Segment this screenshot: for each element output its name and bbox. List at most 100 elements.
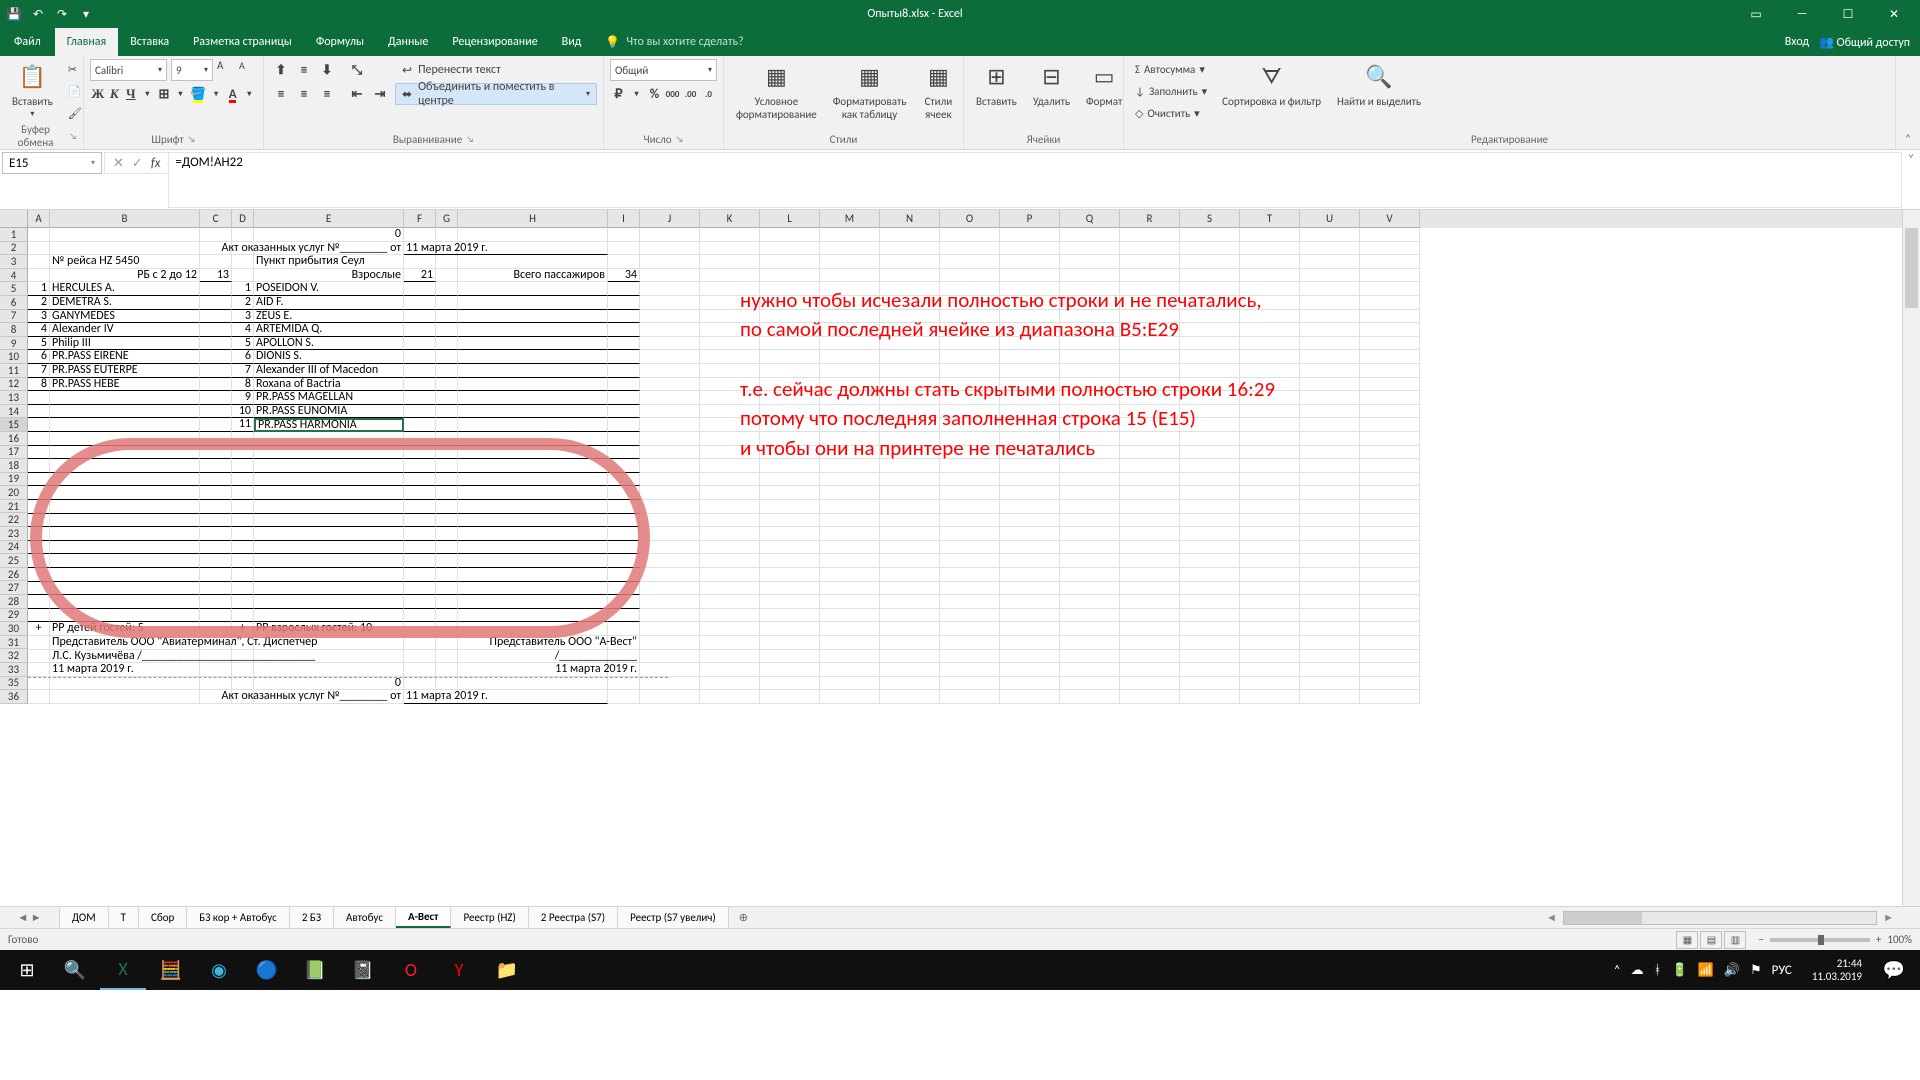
cell[interactable] [458, 282, 608, 296]
cell[interactable] [404, 296, 436, 310]
cell[interactable] [200, 609, 232, 623]
cell[interactable] [458, 446, 608, 460]
cell[interactable] [436, 418, 458, 432]
cell[interactable] [50, 514, 200, 528]
taskbar-yandex-icon[interactable]: Y [436, 950, 482, 990]
paste-button[interactable]: 📋Вставить▾ [6, 59, 59, 122]
row-header[interactable]: 3 [0, 255, 28, 269]
cell[interactable] [436, 350, 458, 364]
dialog-launcher-icon[interactable]: ↘ [69, 131, 77, 142]
percent-button[interactable]: % [646, 83, 663, 105]
cell[interactable] [200, 323, 232, 337]
cell[interactable] [404, 568, 436, 582]
taskbar-opera-icon[interactable]: O [388, 950, 434, 990]
cell[interactable] [50, 473, 200, 487]
cell[interactable] [28, 582, 50, 596]
col-header[interactable]: A [28, 210, 50, 228]
cell[interactable] [254, 459, 404, 473]
cell[interactable] [608, 486, 640, 500]
row-header[interactable]: 32 [0, 649, 28, 663]
cell[interactable] [404, 446, 436, 460]
cell[interactable] [458, 310, 608, 324]
cell[interactable]: Представитель ООО "Авиатерминал", Ст. Ди… [50, 636, 404, 650]
row-header[interactable]: 15 [0, 418, 28, 432]
cell[interactable] [200, 486, 232, 500]
sheet-tab[interactable]: Реестр (S7 увелич) [618, 907, 729, 928]
col-header[interactable]: T [1240, 210, 1300, 228]
merge-center-button[interactable]: ⬌Объединить и поместить в центре▾ [395, 83, 597, 105]
cell[interactable] [608, 446, 640, 460]
cell[interactable] [200, 582, 232, 596]
row-header[interactable]: 20 [0, 486, 28, 500]
action-center-button[interactable]: 💬 [1872, 950, 1916, 990]
row-header[interactable]: 4 [0, 269, 28, 283]
cell[interactable] [28, 609, 50, 623]
cell[interactable]: PR.PASS EUTERPE [50, 364, 200, 378]
cell[interactable] [232, 432, 254, 446]
cell[interactable] [200, 337, 232, 351]
cell[interactable] [608, 432, 640, 446]
cell[interactable] [232, 446, 254, 460]
name-box[interactable]: E15▾ [2, 152, 102, 174]
cell[interactable] [28, 446, 50, 460]
share-button[interactable]: 👥 Общий доступ [1819, 35, 1910, 50]
sort-filter-button[interactable]: ᗊСортировка и фильтр [1216, 59, 1327, 110]
sheet-tab[interactable]: 2 Реестра (S7) [529, 907, 618, 928]
cell[interactable]: 9 [232, 391, 254, 405]
col-header[interactable]: S [1180, 210, 1240, 228]
cell[interactable] [436, 432, 458, 446]
row-header[interactable]: 36 [0, 690, 28, 704]
row-header[interactable]: 22 [0, 513, 28, 527]
align-bottom-button[interactable]: ⬇ [316, 59, 338, 81]
row-header[interactable]: 19 [0, 473, 28, 487]
cell[interactable] [404, 500, 436, 514]
cell[interactable] [458, 486, 608, 500]
cell[interactable]: DIONIS S. [254, 350, 404, 364]
cell[interactable]: 13 [200, 269, 232, 283]
cell[interactable]: 6 [232, 350, 254, 364]
col-header[interactable]: J [640, 210, 700, 228]
cell[interactable] [254, 500, 404, 514]
cell[interactable] [458, 609, 608, 623]
increase-indent-button[interactable]: ⇥ [369, 83, 391, 105]
grow-font-button[interactable]: A [217, 59, 235, 81]
col-header[interactable]: R [1120, 210, 1180, 228]
cell[interactable] [28, 527, 50, 541]
align-top-button[interactable]: ⬆ [270, 59, 292, 81]
cell[interactable] [200, 405, 232, 419]
cell[interactable] [404, 473, 436, 487]
cell[interactable] [28, 541, 50, 555]
tab-view[interactable]: Вид [550, 28, 594, 56]
cell[interactable]: 11 марта 2019 г. [50, 663, 200, 677]
col-header[interactable]: B [50, 210, 200, 228]
cell[interactable]: 10 [232, 405, 254, 419]
cell[interactable] [254, 514, 404, 528]
column-headers[interactable]: ABCDEFGHIJKLMNOPQRSTUV [28, 210, 1920, 228]
cell[interactable]: Пункт прибытия Сеул [254, 255, 404, 269]
cell[interactable]: PR.PASS EUNOMIA [254, 405, 404, 419]
taskbar-notes-icon[interactable]: 📓 [340, 950, 386, 990]
row-header[interactable]: 33 [0, 663, 28, 677]
cell[interactable] [608, 568, 640, 582]
cell[interactable] [404, 459, 436, 473]
select-all-button[interactable] [0, 210, 28, 228]
cell[interactable] [200, 418, 232, 432]
normal-view-button[interactable]: ▦ [1676, 931, 1698, 949]
decrease-decimal-button[interactable]: .0 [700, 83, 717, 105]
cell[interactable] [232, 582, 254, 596]
sheet-tab[interactable]: БЗ кор + Автобус [187, 907, 290, 928]
cell[interactable] [254, 432, 404, 446]
cell[interactable] [232, 514, 254, 528]
row-header[interactable]: 13 [0, 391, 28, 405]
cell[interactable] [458, 405, 608, 419]
cell[interactable] [608, 500, 640, 514]
increase-decimal-button[interactable]: .00 [682, 83, 699, 105]
cell[interactable] [436, 296, 458, 310]
minimize-icon[interactable]: — [1780, 0, 1824, 28]
spreadsheet-grid[interactable]: ABCDEFGHIJKLMNOPQRSTUV 12345678910111213… [0, 210, 1920, 906]
formula-input[interactable]: =ДОМ!AH22 [168, 152, 1902, 208]
col-header[interactable]: H [458, 210, 608, 228]
tab-review[interactable]: Рецензирование [440, 28, 549, 56]
cell[interactable] [608, 364, 640, 378]
cell[interactable]: + [232, 622, 254, 636]
